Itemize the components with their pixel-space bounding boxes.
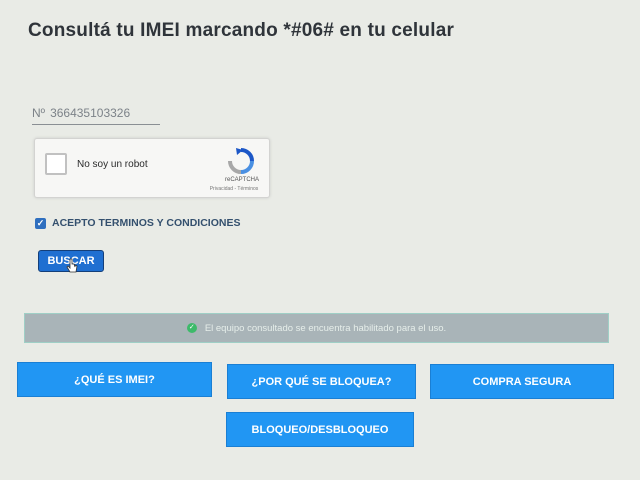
page-title: Consultá tu IMEI marcando *#06# en tu ce…	[28, 20, 455, 41]
recaptcha-brand: reCAPTCHA	[224, 177, 259, 183]
block-unblock-button[interactable]: BLOQUEO/DESBLOQUEO	[226, 412, 414, 447]
check-circle-icon: ✓	[186, 323, 197, 333]
what-is-imei-button[interactable]: ¿QUÉ ES IMEI?	[17, 362, 212, 397]
status-message: El equipo consultado se encuentra habili…	[204, 322, 447, 334]
status-message-bar: ✓ El equipo consultado se encuentra habi…	[24, 313, 609, 343]
safe-purchase-button[interactable]: COMPRA SEGURA	[430, 364, 614, 399]
imei-input[interactable]	[50, 106, 151, 120]
recaptcha-logo-icon	[228, 148, 254, 174]
terms-checkbox[interactable]: ✓	[35, 217, 46, 229]
recaptcha-label: No soy un robot	[77, 159, 148, 170]
terms-label: ACEPTO TERMINOS Y CONDICIONES	[52, 217, 241, 229]
why-blocked-button[interactable]: ¿POR QUÉ SE BLOQUEA?	[227, 364, 416, 399]
hand-cursor-icon	[66, 258, 78, 273]
terms-checkbox-row[interactable]: ✓ ACEPTO TERMINOS Y CONDICIONES	[35, 217, 240, 229]
recaptcha-links[interactable]: Privacidad - Términos	[199, 186, 269, 192]
recaptcha-widget: No soy un robot reCAPTCHA Privacidad - T…	[34, 138, 270, 198]
imei-prefix: Nº	[32, 106, 46, 120]
imei-field[interactable]: Nº	[32, 102, 160, 125]
recaptcha-checkbox[interactable]	[45, 153, 67, 175]
